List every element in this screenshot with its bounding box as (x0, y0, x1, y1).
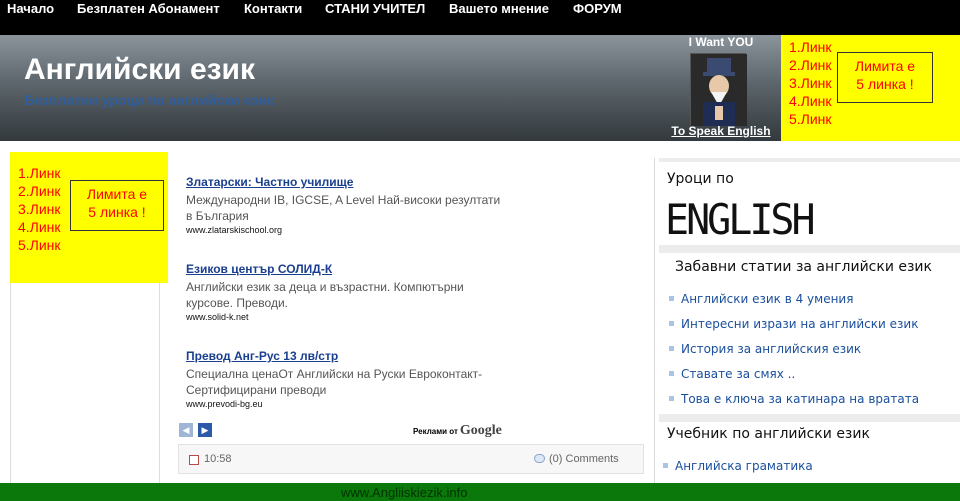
english-banner[interactable]: ENGLISH (663, 194, 955, 245)
bullet-icon (669, 371, 674, 376)
top-navigation: Начало Безплатен Абонамент Контакти СТАН… (0, 0, 960, 35)
sidebar-ad-link-3[interactable]: 3.Линк (18, 200, 61, 218)
list-item[interactable]: Английска граматика (663, 459, 813, 484)
google-ad-text: Международни IB, IGCSE, A Level Най-висо… (186, 193, 501, 223)
left-column (10, 283, 160, 483)
main-content: Златарски: Частно училище Международни I… (178, 152, 644, 477)
english-banner-text: ENGLISH (665, 196, 816, 245)
google-ad-url[interactable]: www.prevodi-bg.eu (186, 399, 506, 409)
post-meta-bar: 10:58 (0) Comments (178, 444, 644, 474)
nav-item-become-teacher[interactable]: СТАНИ УЧИТЕЛ (325, 1, 425, 16)
widget-divider (659, 414, 960, 422)
site-header: Английски език Безплатни уроци по англий… (0, 35, 960, 141)
promo-top-text: I Want YOU (688, 35, 754, 49)
promo-bottom-link[interactable]: To Speak English (662, 124, 780, 138)
list-item-link[interactable]: Това е ключа за катинара на вратата (681, 392, 919, 406)
bullet-icon (669, 296, 674, 301)
google-ad-title[interactable]: Езиков център СОЛИД-К (186, 262, 506, 276)
sidebar-ad-link-5[interactable]: 5.Линк (18, 236, 61, 254)
list-item-link[interactable]: Английска граматика (675, 459, 813, 473)
limit-line-1: Лимита е (854, 58, 916, 74)
nav-item-free-subscription[interactable]: Безплатен Абонамент (77, 1, 220, 16)
bullet-icon (669, 396, 674, 401)
lessons-widget-title: Уроци по (667, 171, 734, 187)
header-ad-link-4[interactable]: 4.Линк (789, 92, 832, 110)
textbook-widget-title: Учебник по английски език (667, 426, 870, 442)
sidebar-ad-limit-notice: Лимита е 5 линка ! (70, 180, 164, 231)
list-item-link[interactable]: Интересни изрази на английски език (681, 317, 918, 331)
google-ad-text: Специална ценаОт Английски на Руски Евро… (186, 367, 483, 397)
site-tagline: Безплатни уроци по английски език (24, 92, 274, 108)
right-sidebar: Уроци по ENGLISH Забавни статии за англи… (654, 158, 960, 483)
sidebar-link-ad: 1.Линк 2.Линк 3.Линк 4.Линк 5.Линк Лимит… (10, 152, 168, 283)
sidebar-ad-link-1[interactable]: 1.Линк (18, 164, 61, 182)
list-item[interactable]: Ставате за смях .. (669, 367, 919, 392)
calendar-icon (189, 455, 199, 465)
widget-divider (659, 245, 960, 253)
post-time: 10:58 (204, 453, 232, 465)
header-ad-link-1[interactable]: 1.Линк (789, 38, 832, 56)
header-link-ad: 1.Линк 2.Линк 3.Линк 4.Линк 5.Линк Лимит… (781, 35, 960, 141)
list-item[interactable]: История за английския език (669, 342, 919, 367)
site-footer: www.Angliiskiezik.info (0, 483, 960, 501)
header-ad-link-2[interactable]: 2.Линк (789, 56, 832, 74)
uncle-sam-icon (691, 54, 747, 126)
nav-item-home[interactable]: Начало (7, 1, 54, 16)
limit-line-2: 5 линка ! (88, 204, 146, 220)
sidebar-ad-links: 1.Линк 2.Линк 3.Линк 4.Линк 5.Линк (18, 164, 61, 254)
sidebar-ad-link-2[interactable]: 2.Линк (18, 182, 61, 200)
site-title[interactable]: Английски език (24, 53, 255, 87)
google-ad-title[interactable]: Златарски: Частно училище (186, 175, 506, 189)
nav-item-your-opinion[interactable]: Вашето мнение (449, 1, 549, 16)
limit-line-2: 5 линка ! (856, 76, 914, 92)
list-item[interactable]: Английски език в 4 умения (669, 292, 919, 317)
google-ad-3: Превод Анг-Рус 13 лв/стр Специална ценаО… (186, 349, 506, 409)
bullet-icon (669, 346, 674, 351)
ad-navigation: ◀ ▶ Реклами от Google (178, 423, 644, 441)
google-ad-title[interactable]: Превод Анг-Рус 13 лв/стр (186, 349, 506, 363)
google-ad-text: Английски език за деца и възрастни. Комп… (186, 280, 464, 310)
bullet-icon (669, 321, 674, 326)
textbook-list: Английска граматика (663, 459, 813, 484)
fun-articles-title: Забавни статии за английски език (675, 259, 932, 275)
list-item-link[interactable]: История за английския език (681, 342, 861, 356)
google-ad-1: Златарски: Частно училище Международни I… (186, 175, 506, 235)
header-ad-limit-notice: Лимита е 5 линка ! (837, 52, 933, 103)
nav-item-forum[interactable]: ФОРУМ (573, 1, 622, 16)
list-item[interactable]: Интересни изрази на английски език (669, 317, 919, 342)
google-logo: Google (459, 423, 502, 438)
list-item-link[interactable]: Ставате за смях .. (681, 367, 795, 381)
widget-divider (659, 158, 960, 162)
header-ad-link-5[interactable]: 5.Линк (789, 110, 832, 128)
comments-link[interactable]: (0) Comments (549, 453, 619, 465)
nav-item-contacts[interactable]: Контакти (244, 1, 302, 16)
sidebar-ad-link-4[interactable]: 4.Линк (18, 218, 61, 236)
limit-line-1: Лимита е (86, 186, 148, 202)
ads-by-google[interactable]: Реклами от Google (413, 423, 502, 439)
header-ad-links: 1.Линк 2.Линк 3.Линк 4.Линк 5.Линк (789, 38, 832, 128)
next-arrow-icon[interactable]: ▶ (198, 423, 212, 437)
bullet-icon (663, 463, 668, 468)
header-ad-link-3[interactable]: 3.Линк (789, 74, 832, 92)
footer-site-url[interactable]: www.Angliiskiezik.info (341, 485, 467, 500)
uncle-sam-image[interactable] (690, 53, 747, 126)
google-ad-url[interactable]: www.solid-k.net (186, 312, 506, 322)
comment-bubble-icon (534, 454, 545, 463)
list-item-link[interactable]: Английски език в 4 умения (681, 292, 853, 306)
google-ad-2: Езиков център СОЛИД-К Английски език за … (186, 262, 506, 322)
fun-articles-list: Английски език в 4 умения Интересни изра… (669, 292, 919, 417)
speak-english-promo[interactable]: I Want YOU To Speak English (662, 35, 780, 141)
google-ad-url[interactable]: www.zlatarskischool.org (186, 225, 506, 235)
prev-arrow-icon[interactable]: ◀ (179, 423, 193, 437)
ads-by-label: Реклами от (413, 427, 458, 436)
